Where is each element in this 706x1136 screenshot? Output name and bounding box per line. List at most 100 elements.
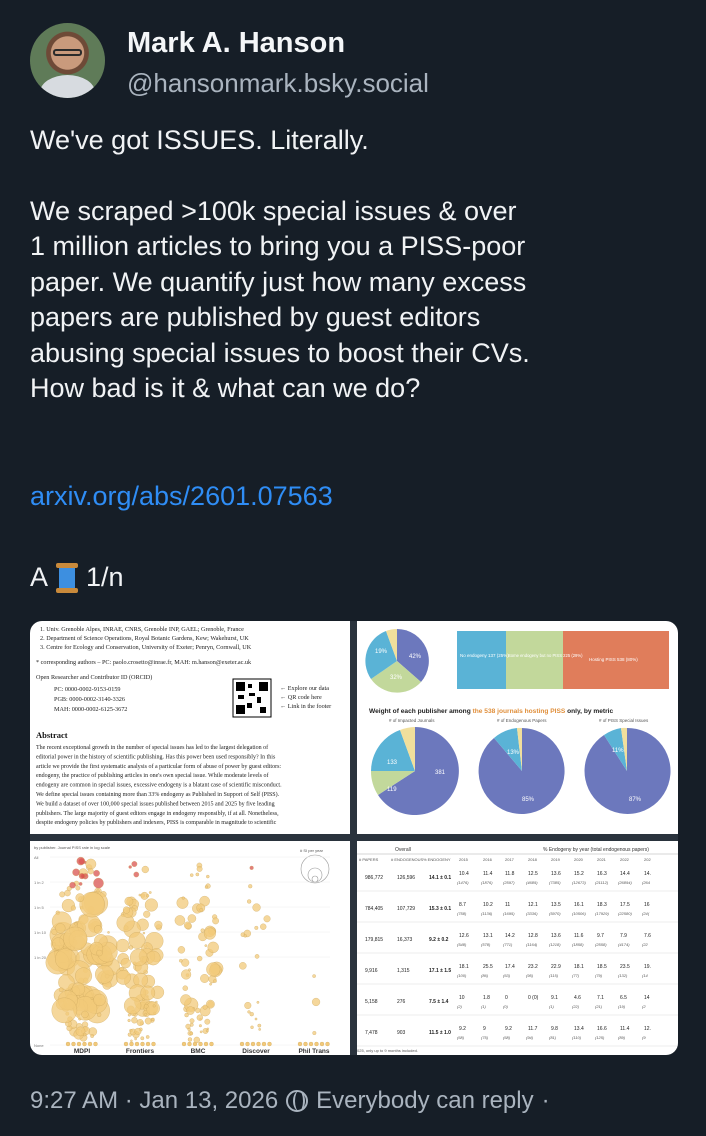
table-cell-year: 9.7 <box>597 933 604 939</box>
image-paper-page[interactable]: 1. Univ. Grenoble Alpes, INRAE, CNRS, Gr… <box>30 621 350 834</box>
table-cell-count: (10506) <box>572 911 586 916</box>
table-cell-year: 9.2 <box>459 1026 466 1032</box>
paper-link[interactable]: arxiv.org/abs/2601.07563 <box>30 481 333 512</box>
small-pie-label-1: 42% <box>409 654 422 660</box>
bubble-dot <box>174 915 186 926</box>
table-cell-count: (264 <box>642 880 651 885</box>
table-cell-year: 4.6 <box>574 995 581 1001</box>
bubble-dot <box>116 969 131 985</box>
table-cell-count: (0) <box>503 1004 509 1009</box>
bubble-dot-none <box>140 1041 145 1047</box>
bubble-dot <box>198 1024 202 1028</box>
bubble-dot <box>196 866 203 872</box>
bubble-legend-title: # SI per year <box>300 848 324 853</box>
table-cell-year: 9.2 <box>505 1026 512 1032</box>
table-cell-count: (1164) <box>526 942 538 947</box>
bubble-dot <box>185 1023 191 1029</box>
bubble-dot-none <box>325 1041 330 1047</box>
orcid-pc: PC: 0000-0002-9153-0159 <box>54 686 121 693</box>
author-name[interactable]: Mark A. Hanson <box>127 27 345 60</box>
post-paragraph: We scraped >100k special issues & over 1… <box>30 195 530 404</box>
bubble-y-tick: All <box>34 855 39 860</box>
bubble-dot <box>96 889 100 893</box>
bubble-x-label: Frontiers <box>126 1048 155 1055</box>
table-cell-year: 14 <box>644 995 650 1001</box>
bubble-dot <box>145 1035 150 1039</box>
table-cell-count: (21) <box>595 1004 603 1009</box>
bubble-dot <box>144 1017 152 1025</box>
bubble-dot <box>184 1012 189 1018</box>
bubble-x-label: Discover <box>242 1048 270 1055</box>
bubble-dot-none <box>303 1041 308 1047</box>
bubble-dot <box>96 949 103 957</box>
table-cell-year: 11.8 <box>505 871 515 877</box>
small-pie: 42% 19% 32% <box>365 629 429 693</box>
bubble-dot <box>127 1013 131 1017</box>
image-table[interactable]: Overall % Endogeny by year (total endoge… <box>357 841 678 1055</box>
table-cell-pct: 15.3 ± 0.1 <box>429 906 451 912</box>
table-cell-year: 7.6 <box>644 933 651 939</box>
timestamp[interactable]: 9:27 AM · Jan 13, 2026 <box>30 1087 278 1115</box>
reply-setting[interactable]: Everybody can reply <box>316 1087 533 1115</box>
thread-indicator: A 1/n <box>30 562 124 593</box>
bubble-dot-none <box>239 1041 245 1047</box>
bubble-dot <box>85 858 97 870</box>
table-cell-endogenous: 903 <box>397 1030 406 1036</box>
bubble-y-tick: 1 in 5 <box>34 905 45 910</box>
bubble-dot <box>209 982 212 986</box>
table-cell-year: 23.5 <box>620 964 630 970</box>
table-row: 9,916 1,315 17.1 ± 1.5 18.1 25.5 17.4 23.2 22.9… <box>365 964 651 978</box>
table-cell-count: (100) <box>457 973 467 978</box>
bubble-dot <box>244 1002 252 1009</box>
table-cell-count: (63) <box>503 973 511 978</box>
bubble-dot-none <box>314 1041 319 1047</box>
table-cell-year: 18.5 <box>597 964 607 970</box>
table-cell-count: (5970) <box>549 911 561 916</box>
bubble-dot <box>199 1030 203 1034</box>
bubble-dot <box>97 1012 102 1017</box>
bubble-dot <box>257 1023 262 1028</box>
table-col-header: 2022 <box>620 857 630 862</box>
table-cell-endogenous: 107,729 <box>397 906 415 912</box>
bubble-dot-none <box>134 1041 140 1047</box>
table-cell-count: (19) <box>618 1004 626 1009</box>
bubble-dot <box>138 893 142 897</box>
table-cell-year: 0 (0) <box>528 995 539 1001</box>
bubble-dot <box>81 1010 89 1019</box>
table-cell-papers: 784,405 <box>365 906 383 912</box>
avatar[interactable] <box>30 23 105 98</box>
table-cell-year: 14.4 <box>620 871 630 877</box>
bubble-dot <box>152 1004 156 1008</box>
bubble-dot <box>249 1012 254 1017</box>
bubble-dot <box>212 917 219 925</box>
pie-piss-special-issues: 11% 87% <box>584 727 671 814</box>
table-cell-pct: 9.2 ± 0.2 <box>429 937 449 943</box>
pie-sub-3: # of PISS Special Issues <box>599 718 649 723</box>
thread-spool-icon <box>56 562 79 593</box>
bubble-dot-none <box>267 1041 272 1047</box>
image-bubble-chart[interactable]: by publisher. Journal PISS rate in log s… <box>30 841 350 1055</box>
table-cell-year: 12. <box>644 1026 651 1032</box>
bubble-dot-none <box>319 1041 325 1047</box>
table-cell-year: 22.9 <box>551 964 561 970</box>
table-cell-year: 17.4 <box>505 964 515 970</box>
table-cell-year: 12.6 <box>459 933 469 939</box>
bubble-x-label: MDPI <box>74 1048 90 1055</box>
post-line-1: We've got ISSUES. Literally. <box>30 125 369 155</box>
bubble-dot <box>75 967 93 985</box>
table-cell-count: (2597) <box>503 880 515 885</box>
table-endogeny-header: % Endogeny by year (total endogenous pap… <box>543 847 649 853</box>
table-col-header: % ENDOGENY <box>423 857 451 862</box>
bubble-dot-none <box>151 1041 156 1047</box>
author-handle[interactable]: @hansonmark.bsky.social <box>127 68 429 99</box>
bubble-dot-none <box>250 1041 256 1047</box>
table-col-header: 2017 <box>505 857 515 862</box>
bubble-dot <box>199 908 204 912</box>
table-cell-year: 11 <box>505 902 510 908</box>
table-footnote: 025, only up to 9 months included. <box>357 1048 418 1053</box>
image-pie-charts[interactable]: 42% 19% 32% No endogeny 137 (25%) Some e… <box>357 621 678 834</box>
table-cell-count: (1) <box>549 1004 555 1009</box>
table-cell-count: (75) <box>481 1035 489 1040</box>
bubble-dot <box>75 893 85 903</box>
bubble-dot <box>239 962 247 970</box>
